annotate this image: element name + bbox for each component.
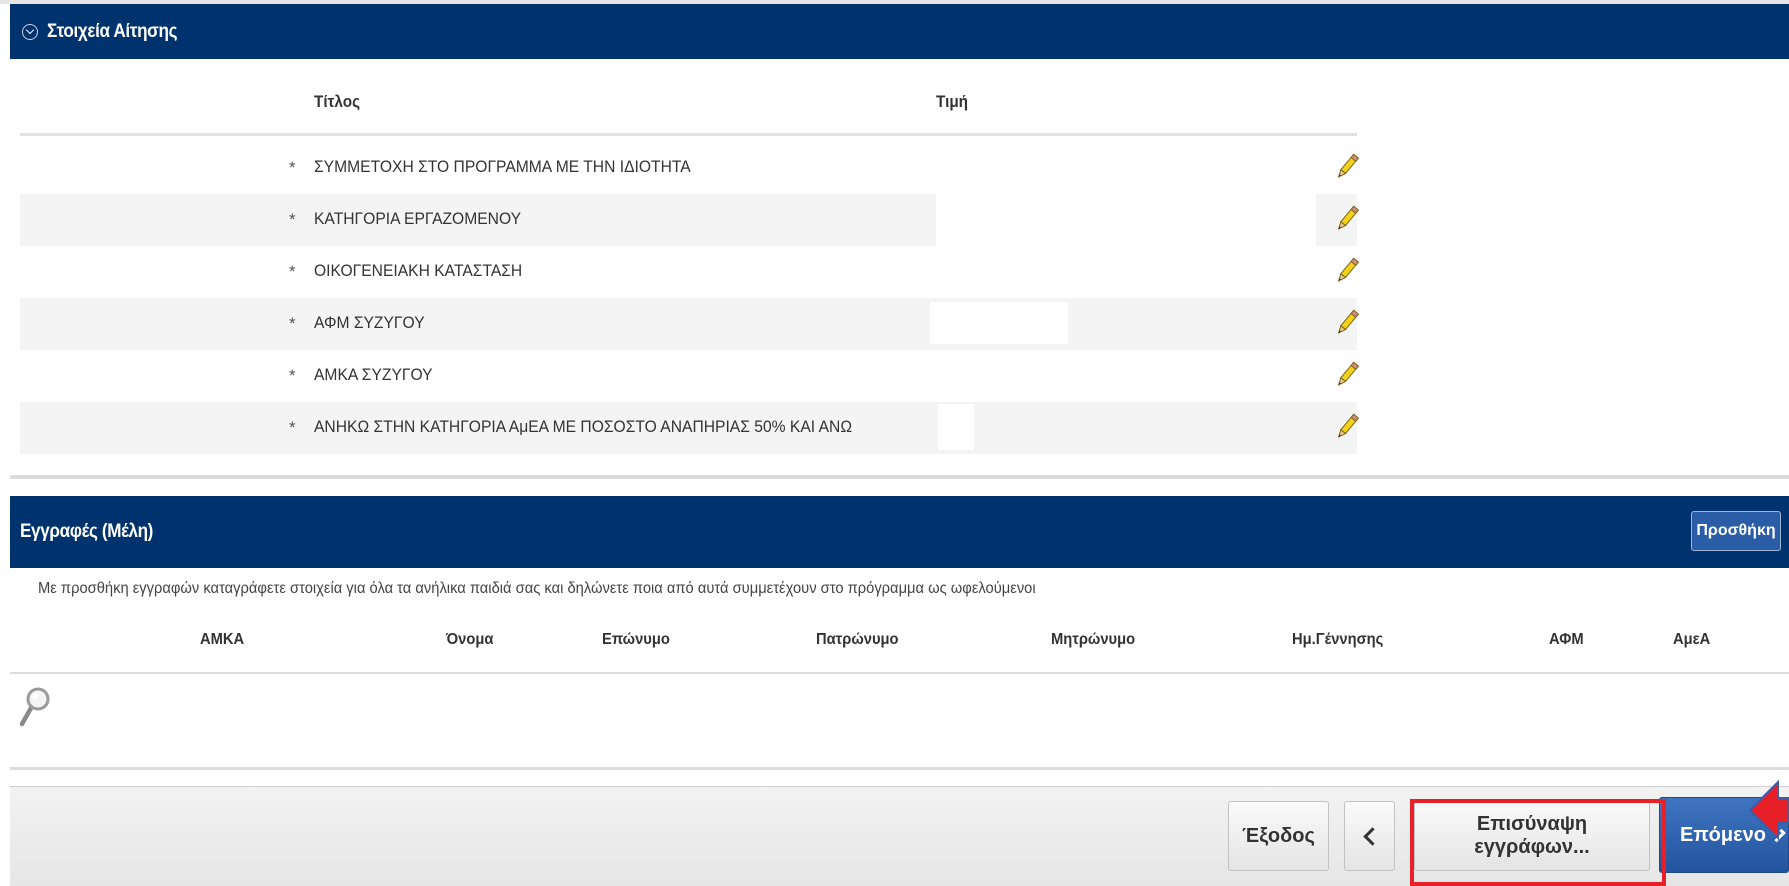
add-record-button[interactable]: Προσθήκη xyxy=(1691,511,1781,551)
required-marker: * xyxy=(289,158,296,177)
edit-pencil-icon[interactable] xyxy=(1332,204,1362,234)
table-header-divider xyxy=(20,133,1357,136)
column-header-disability[interactable]: ΑμεΑ xyxy=(1673,631,1710,649)
column-header-value: Τιμή xyxy=(936,92,969,111)
column-header-afm[interactable]: ΑΦΜ xyxy=(1549,631,1584,649)
required-marker: * xyxy=(289,366,296,385)
row-label: ΚΑΤΗΓΟΡΙΑ ΕΡΓΑΖΟΜΕΝΟΥ xyxy=(314,209,522,228)
required-marker: * xyxy=(289,314,296,333)
collapse-chevron-icon[interactable] xyxy=(22,23,38,40)
exit-button[interactable]: Έξοδος xyxy=(1228,801,1329,871)
column-header-amka[interactable]: ΑΜΚΑ xyxy=(200,631,244,649)
column-header-last-name[interactable]: Επώνυμο xyxy=(602,631,670,649)
section-divider xyxy=(10,475,1789,479)
table-header-divider xyxy=(10,672,1789,674)
table-row: * ΑΜΚΑ ΣΥΖΥΓΟΥ xyxy=(20,350,1360,402)
table-row: * ΣΥΜΜΕΤΟΧΗ ΣΤΟ ΠΡΟΓΡΑΜΜΑ ΜΕ ΤΗΝ ΙΔΙΟΤΗΤ… xyxy=(20,142,1360,194)
edit-pencil-icon[interactable] xyxy=(1332,308,1362,338)
row-value xyxy=(938,404,974,450)
row-label: ΟΙΚΟΓΕΝΕΙΑΚΗ ΚΑΤΑΣΤΑΣΗ xyxy=(314,261,523,280)
section-header-members: Εγγραφές (Μέλη) Προσθήκη xyxy=(10,496,1789,568)
members-instruction-text: Με προσθήκη εγγραφών καταγράφετε στοιχεί… xyxy=(38,580,1036,597)
column-header-title: Τίτλος xyxy=(314,92,361,111)
column-header-father-name[interactable]: Πατρώνυμο xyxy=(816,631,899,649)
table-bottom-divider xyxy=(10,767,1789,770)
column-header-mother-name[interactable]: Μητρώνυμο xyxy=(1051,631,1135,649)
edit-pencil-icon[interactable] xyxy=(1332,152,1362,182)
red-arrow-icon xyxy=(1748,779,1789,841)
row-value xyxy=(930,302,1068,344)
edit-pencil-icon[interactable] xyxy=(1332,412,1362,442)
row-value xyxy=(936,194,1316,246)
row-label: ΑΝΗΚΩ ΣΤΗΝ ΚΑΤΗΓΟΡΙΑ ΑμΕΑ ΜΕ ΠΟΣΟΣΤΟ ΑΝΑ… xyxy=(314,417,853,436)
attach-documents-button[interactable]: Επισύναψη εγγράφων... xyxy=(1414,801,1650,871)
row-label: ΑΜΚΑ ΣΥΖΥΓΟΥ xyxy=(314,365,433,384)
table-row: * ΑΝΗΚΩ ΣΤΗΝ ΚΑΤΗΓΟΡΙΑ ΑμΕΑ ΜΕ ΠΟΣΟΣΤΟ Α… xyxy=(20,402,1360,454)
column-header-birth-date[interactable]: Ημ.Γέννησης xyxy=(1292,631,1383,649)
magnifier-search-icon[interactable] xyxy=(18,686,52,728)
section-header-application-details[interactable]: Στοιχεία Αίτησης xyxy=(10,4,1789,59)
required-marker: * xyxy=(289,262,296,281)
edit-pencil-icon[interactable] xyxy=(1332,256,1362,286)
required-marker: * xyxy=(289,418,296,437)
table-row: * ΑΦΜ ΣΥΖΥΓΟΥ xyxy=(20,298,1360,350)
row-label: ΣΥΜΜΕΤΟΧΗ ΣΤΟ ΠΡΟΓΡΑΜΜΑ ΜΕ ΤΗΝ ΙΔΙΟΤΗΤΑ xyxy=(314,157,691,176)
required-marker: * xyxy=(289,210,296,229)
column-header-first-name[interactable]: Όνομα xyxy=(446,631,493,649)
section-title: Εγγραφές (Μέλη) xyxy=(20,521,154,542)
previous-button[interactable] xyxy=(1344,801,1395,871)
table-row: * ΚΑΤΗΓΟΡΙΑ ΕΡΓΑΖΟΜΕΝΟΥ xyxy=(20,194,1360,246)
row-label: ΑΦΜ ΣΥΖΥΓΟΥ xyxy=(314,313,425,332)
section-title: Στοιχεία Αίτησης xyxy=(47,20,178,42)
chevron-left-icon xyxy=(1362,826,1382,846)
table-row: * ΟΙΚΟΓΕΝΕΙΑΚΗ ΚΑΤΑΣΤΑΣΗ xyxy=(20,246,1360,298)
edit-pencil-icon[interactable] xyxy=(1332,360,1362,390)
